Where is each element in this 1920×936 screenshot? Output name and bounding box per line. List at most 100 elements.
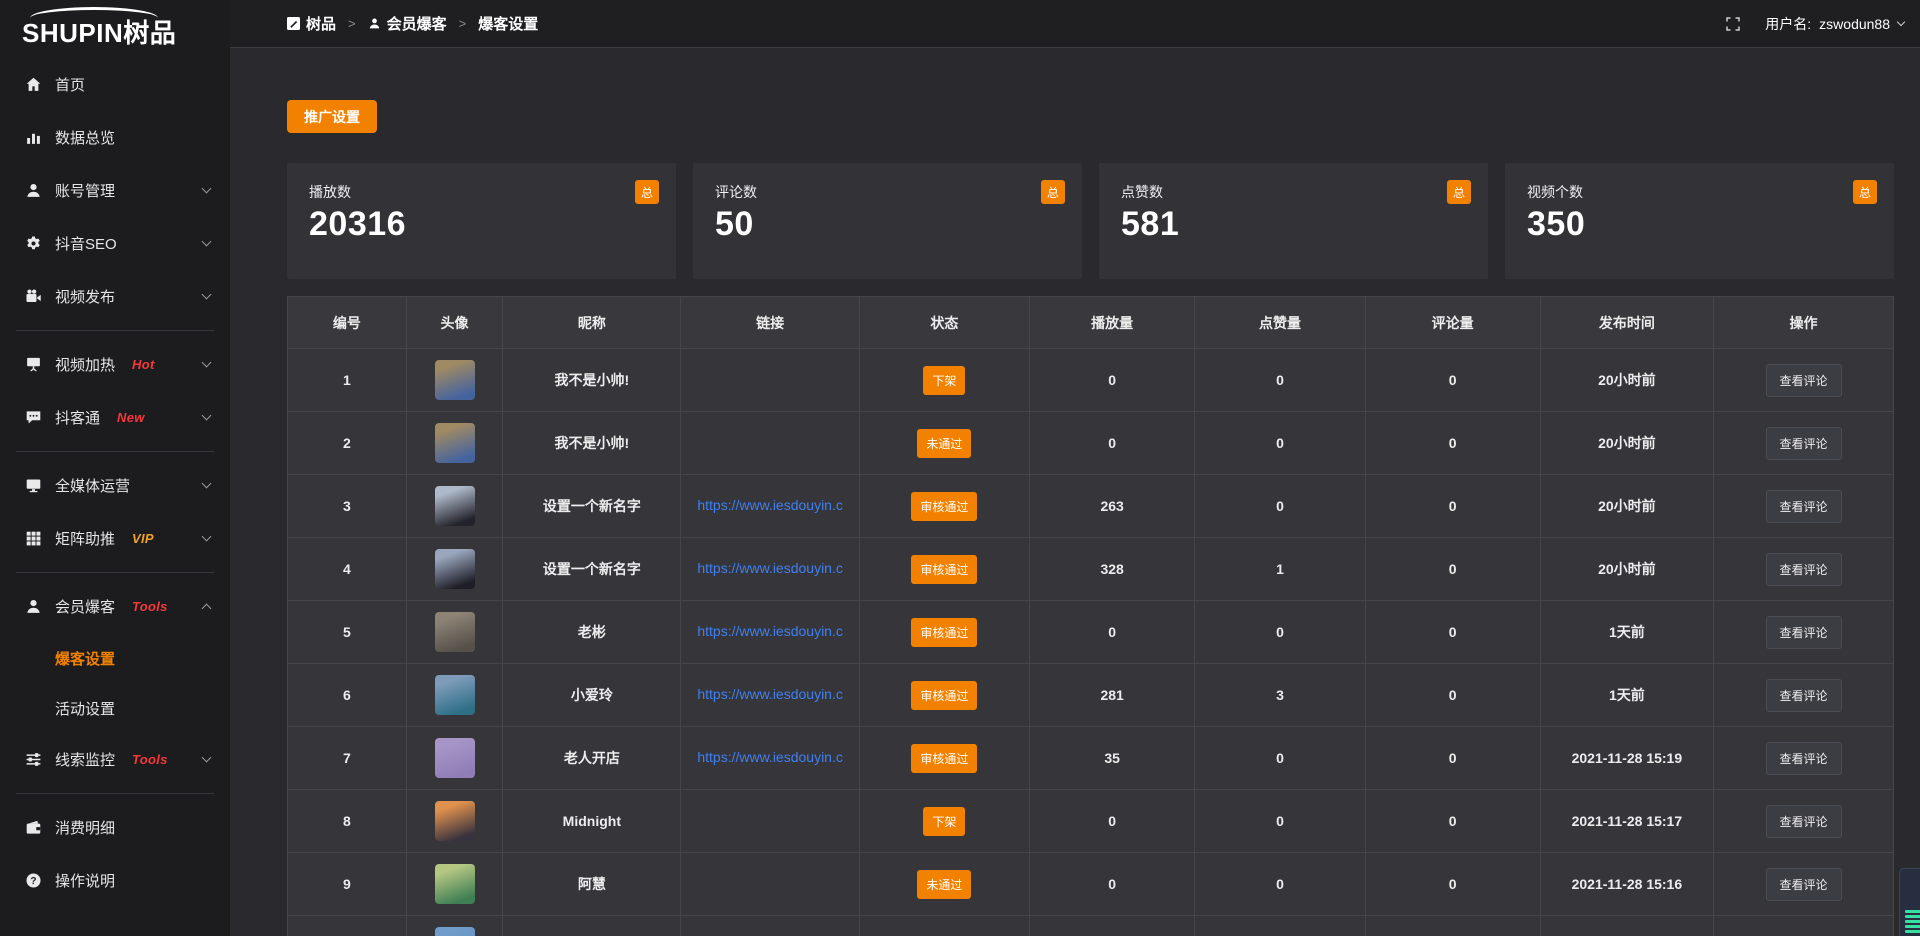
- stat-card-label: 播放数: [309, 182, 654, 202]
- chevron-down-icon: [202, 532, 212, 542]
- sidebar-item-label: 视频加热: [55, 354, 115, 375]
- stat-card-comments: 评论数50总: [693, 163, 1082, 279]
- cell-action: 查看评论: [1714, 664, 1894, 727]
- cell-comments: 0: [1365, 601, 1540, 664]
- video-link[interactable]: https://www.iesdouyin.c: [697, 623, 843, 639]
- cell-nickname: 老彬: [503, 601, 681, 664]
- cell-link: [681, 349, 859, 412]
- sidebar-item-data-overview[interactable]: 数据总览: [0, 111, 230, 164]
- breadcrumb-item-member-baoke[interactable]: 会员爆客: [368, 13, 447, 34]
- breadcrumb-item-baoke-settings: 爆客设置: [478, 13, 538, 34]
- cell-avatar: [406, 412, 502, 475]
- view-comments-button[interactable]: 查看评论: [1766, 742, 1842, 775]
- sidebar-item-douketong[interactable]: 抖客通New: [0, 391, 230, 444]
- sidebar-item-matrix-boost[interactable]: 矩阵助推VIP: [0, 512, 230, 565]
- chevron-down-icon: [202, 411, 212, 421]
- fullscreen-icon[interactable]: [1725, 16, 1741, 32]
- sidebar-divider: [16, 330, 214, 331]
- fullscreen-icon: [1725, 16, 1741, 32]
- cell-likes: 0: [1195, 853, 1365, 916]
- cell-status: 审核通过: [859, 538, 1029, 601]
- cell-plays: 0: [1029, 853, 1194, 916]
- cell-publish-time: 20小时前: [1540, 412, 1713, 475]
- column-header: 编号: [288, 297, 407, 349]
- avatar: [435, 486, 475, 526]
- username-label: 用户名:: [1765, 14, 1811, 34]
- view-comments-button[interactable]: 查看评论: [1766, 805, 1842, 838]
- chevron-down-icon: [1897, 18, 1905, 26]
- help-icon: ?: [25, 872, 42, 889]
- promo-settings-button[interactable]: 推广设置: [287, 100, 377, 133]
- status-badge: 审核通过: [911, 492, 977, 521]
- cell-plays: 0: [1029, 790, 1194, 853]
- view-comments-button[interactable]: 查看评论: [1766, 427, 1842, 460]
- cell-comments: 0: [1365, 664, 1540, 727]
- table-row: 5老彬https://www.iesdouyin.c审核通过0001天前查看评论: [288, 601, 1894, 664]
- sidebar-item-label: 视频发布: [55, 286, 115, 307]
- cell-comments: 0: [1365, 475, 1540, 538]
- cell-action: 查看评论: [1714, 412, 1894, 475]
- cell-avatar: [406, 601, 502, 664]
- cell-status: 下架: [859, 790, 1029, 853]
- view-comments-button[interactable]: 查看评论: [1766, 553, 1842, 586]
- cell-avatar: [406, 916, 502, 936]
- sidebar-divider: [16, 793, 214, 794]
- sidebar-item-activity-settings[interactable]: 活动设置: [0, 683, 230, 733]
- sliders-icon: [25, 751, 42, 768]
- avatar: [435, 675, 475, 715]
- cell-plays: 35: [1029, 727, 1194, 790]
- column-header: 评论量: [1365, 297, 1540, 349]
- chart-icon: [25, 129, 42, 146]
- breadcrumb-item-shupin[interactable]: 树品: [287, 13, 336, 34]
- view-comments-button[interactable]: 查看评论: [1766, 490, 1842, 523]
- sidebar-item-account-management[interactable]: 账号管理: [0, 164, 230, 217]
- floating-widget[interactable]: [1899, 868, 1920, 936]
- username-dropdown[interactable]: 用户名: zswodun88: [1765, 14, 1904, 34]
- status-badge: 审核通过: [911, 618, 977, 647]
- sidebar-item-douyin-seo[interactable]: 抖音SEO: [0, 217, 230, 270]
- cell-publish-time: 2021-11-28 15:17: [1540, 790, 1713, 853]
- cell-id: 3: [288, 475, 407, 538]
- cell-id: 8: [288, 790, 407, 853]
- sidebar: SHUPIN树品 首页数据总览账号管理抖音SEO视频发布视频加热Hot抖客通Ne…: [0, 0, 230, 936]
- sidebar-item-video-publish[interactable]: 视频发布: [0, 270, 230, 323]
- video-link[interactable]: https://www.iesdouyin.c: [697, 686, 843, 702]
- cell-plays: 328: [1029, 538, 1194, 601]
- view-comments-button[interactable]: 查看评论: [1766, 679, 1842, 712]
- sidebar-item-video-heat[interactable]: 视频加热 Hot: [0, 338, 230, 391]
- cell-action: 查看评论: [1714, 727, 1894, 790]
- cell-id: 4: [288, 538, 407, 601]
- column-header: 昵称: [503, 297, 681, 349]
- sidebar-item-member-baoke[interactable]: 会员爆客Tools: [0, 580, 230, 633]
- sidebar-item-baoke-settings[interactable]: 爆客设置: [0, 633, 230, 683]
- video-link[interactable]: https://www.iesdouyin.c: [697, 749, 843, 765]
- cell-id: [288, 916, 407, 936]
- sidebar-divider: [16, 572, 214, 573]
- sidebar-item-operation-guide[interactable]: ?操作说明: [0, 854, 230, 907]
- widget-bar: [1905, 910, 1920, 913]
- view-comments-button[interactable]: 查看评论: [1766, 616, 1842, 649]
- video-link[interactable]: https://www.iesdouyin.c: [697, 497, 843, 513]
- cell-action: 查看评论: [1714, 538, 1894, 601]
- chevron-down-icon: [202, 479, 212, 489]
- view-comments-button[interactable]: 查看评论: [1766, 364, 1842, 397]
- view-comments-button[interactable]: 查看评论: [1766, 868, 1842, 901]
- main-content: 推广设置 播放数20316总评论数50总点赞数581总视频个数350总 编号头像…: [230, 48, 1920, 936]
- sidebar-item-omnimedia-operation[interactable]: 全媒体运营: [0, 459, 230, 512]
- cell-avatar: [406, 664, 502, 727]
- breadcrumb-label: 会员爆客: [387, 13, 447, 34]
- stat-card-label: 视频个数: [1527, 182, 1872, 202]
- cell-plays: 281: [1029, 664, 1194, 727]
- cell-avatar: [406, 727, 502, 790]
- sidebar-item-clue-monitor[interactable]: 线索监控Tools: [0, 733, 230, 786]
- cell-status: 审核通过: [859, 664, 1029, 727]
- cell-action: [1714, 916, 1894, 936]
- sidebar-item-home[interactable]: 首页: [0, 58, 230, 111]
- avatar: [435, 612, 475, 652]
- wallet-icon: [25, 819, 42, 836]
- video-link[interactable]: https://www.iesdouyin.c: [697, 560, 843, 576]
- sidebar-item-badge: Hot: [132, 357, 155, 372]
- cell-publish-time: 2021-11-28 15:19: [1540, 727, 1713, 790]
- sidebar-item-consumption-detail[interactable]: 消费明细: [0, 801, 230, 854]
- total-badge: 总: [1041, 180, 1065, 204]
